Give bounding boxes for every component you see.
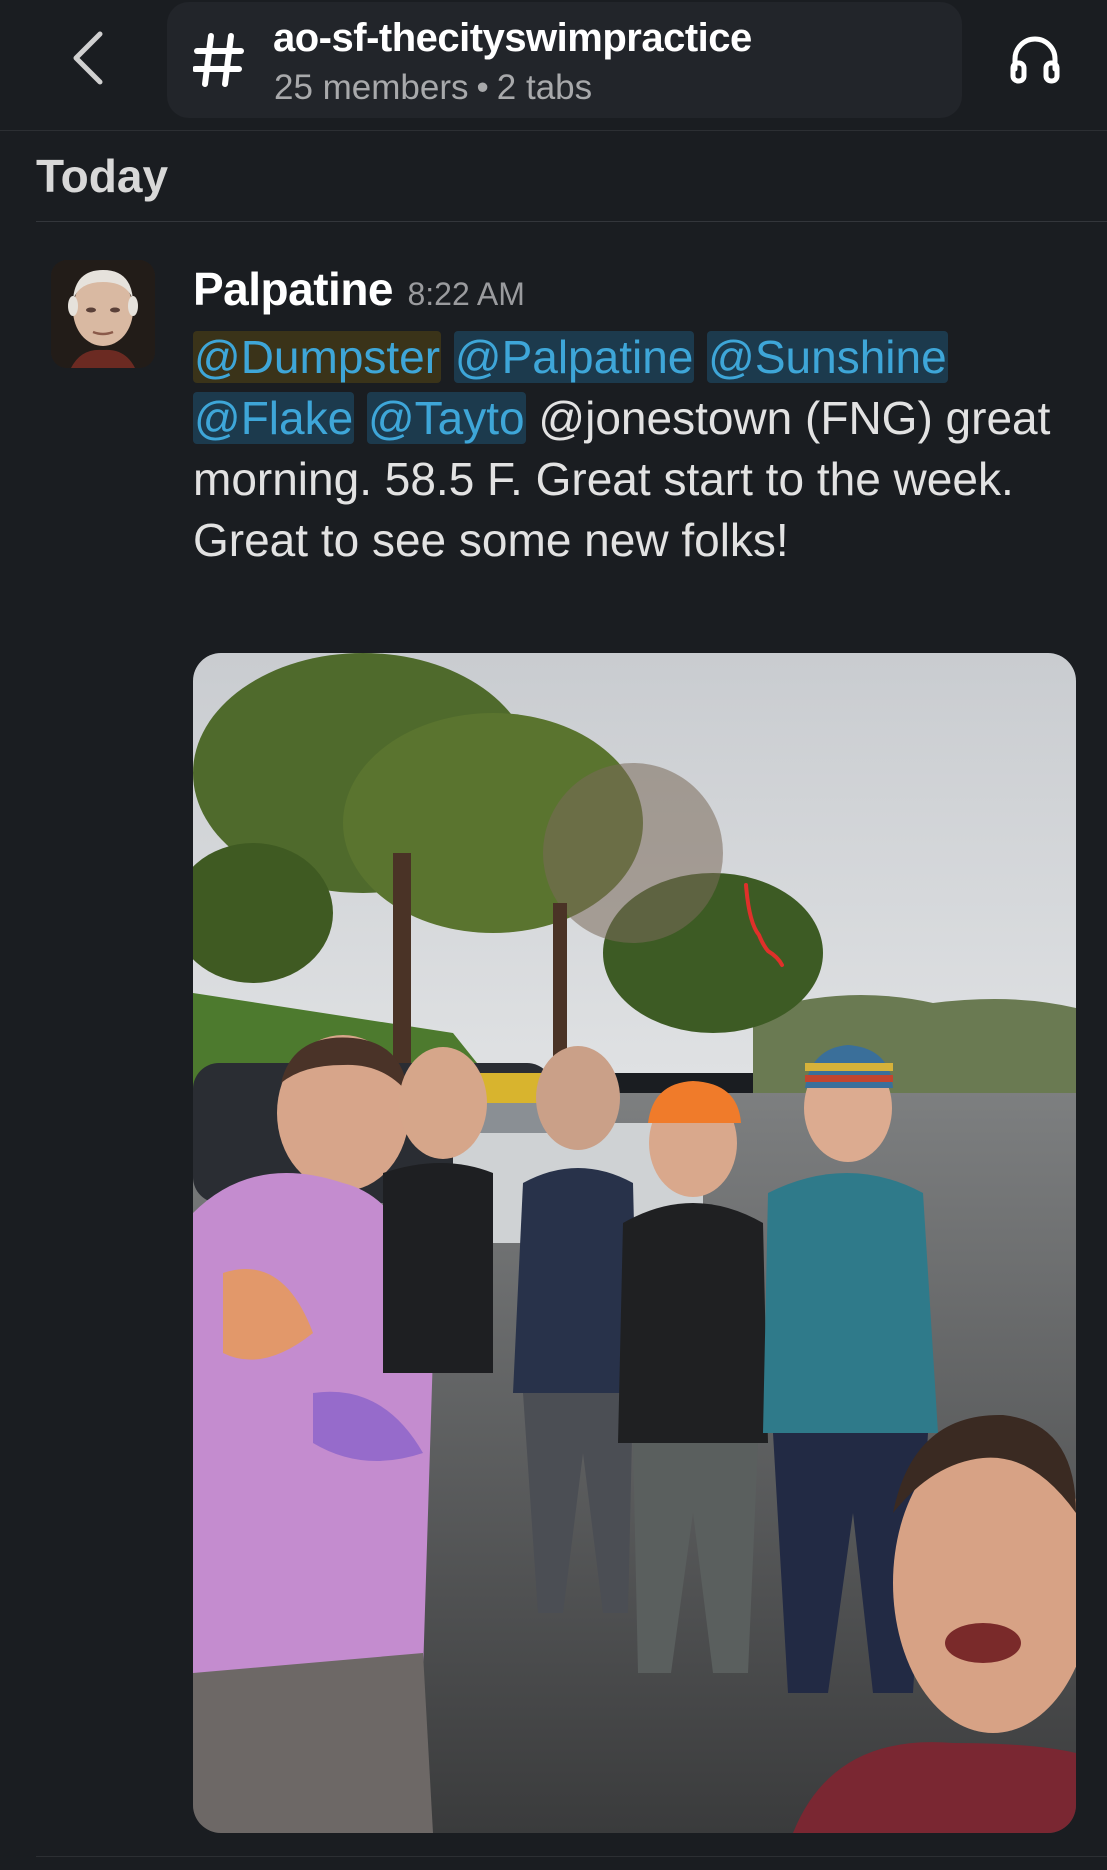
group-photo	[193, 653, 1076, 1833]
headphones-icon	[1010, 36, 1060, 84]
day-label: Today	[36, 150, 169, 202]
message-text: @Dumpster @Palpatine @Sunshine @Flake @T…	[193, 327, 1073, 571]
mention-palpatine[interactable]: @Palpatine	[453, 331, 695, 383]
huddle-button[interactable]	[1002, 26, 1068, 92]
divider	[36, 1856, 1107, 1857]
avatar-image	[51, 260, 155, 368]
tab-count: 2 tabs	[496, 68, 593, 107]
day-divider: Today	[36, 145, 1107, 222]
chevron-left-icon	[73, 31, 103, 85]
slack-channel-screen: ao-sf-thecityswimpractice 25 members • 2 t…	[0, 0, 1107, 1870]
photo-attachment[interactable]	[193, 653, 1076, 1833]
channel-name: ao-sf-thecityswimpractice	[273, 16, 752, 60]
avatar[interactable]	[51, 260, 155, 368]
mention-tayto[interactable]: @Tayto	[366, 392, 526, 444]
message-header: Palpatine 8:22 AM	[193, 262, 525, 316]
mention-sunshine[interactable]: @Sunshine	[707, 331, 948, 383]
channel-meta: 25 members • 2 tabs	[274, 68, 592, 108]
hash-icon	[193, 33, 244, 87]
mention-flake[interactable]: @Flake	[193, 392, 355, 444]
meta-separator: •	[476, 68, 489, 107]
member-count: 25 members	[274, 68, 469, 107]
mention-dumpster[interactable]: @Dumpster	[193, 331, 442, 383]
channel-header: ao-sf-thecityswimpractice 25 members • 2 t…	[0, 0, 1107, 131]
channel-info-button[interactable]: ao-sf-thecityswimpractice 25 members • 2 t…	[167, 2, 962, 118]
sender-name[interactable]: Palpatine	[193, 263, 394, 315]
back-button[interactable]	[60, 28, 116, 88]
mention-jonestown: @jonestown	[538, 392, 793, 444]
message-timestamp: 8:22 AM	[407, 276, 525, 312]
